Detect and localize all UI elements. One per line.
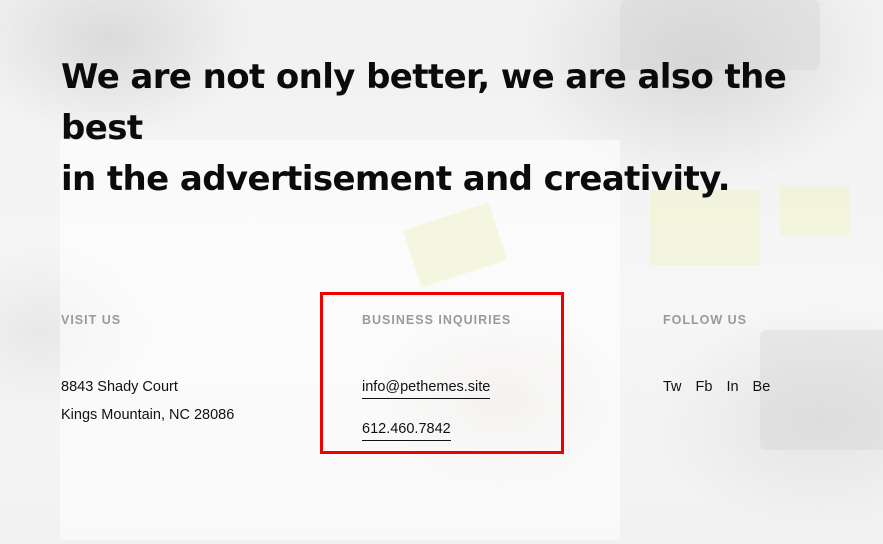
email-link[interactable]: info@pethemes.site: [362, 377, 491, 399]
page-content: We are not only better, we are also the …: [0, 0, 883, 544]
phone-row: 612.460.7842: [362, 415, 511, 443]
phone-link[interactable]: 612.460.7842: [362, 419, 451, 441]
business-inquiries-column: BUSINESS INQUIRIES info@pethemes.site 61…: [362, 313, 511, 443]
follow-us-column: FOLLOW US Tw Fb In Be: [663, 313, 784, 401]
visit-us-address: 8843 Shady Court Kings Mountain, NC 2808…: [61, 373, 234, 429]
social-link-instagram[interactable]: In: [726, 373, 738, 401]
social-links: Tw Fb In Be: [663, 373, 784, 401]
headline-line-2: in the advertisement and creativity.: [61, 159, 731, 199]
business-inquiries-contacts: info@pethemes.site 612.460.7842: [362, 373, 511, 443]
headline-line-1: We are not only better, we are also the …: [61, 57, 787, 148]
social-link-behance[interactable]: Be: [753, 373, 771, 401]
email-row: info@pethemes.site: [362, 373, 511, 401]
social-link-twitter[interactable]: Tw: [663, 373, 682, 401]
address-line-1: 8843 Shady Court: [61, 379, 178, 395]
follow-us-label: FOLLOW US: [663, 313, 747, 327]
business-inquiries-label: BUSINESS INQUIRIES: [362, 313, 512, 327]
address-line-2: Kings Mountain, NC 28086: [61, 407, 235, 423]
social-link-facebook[interactable]: Fb: [696, 373, 713, 401]
visit-us-label: VISIT US: [61, 313, 122, 327]
page-headline: We are not only better, we are also the …: [61, 52, 841, 205]
visit-us-column: VISIT US 8843 Shady Court Kings Mountain…: [61, 313, 234, 429]
